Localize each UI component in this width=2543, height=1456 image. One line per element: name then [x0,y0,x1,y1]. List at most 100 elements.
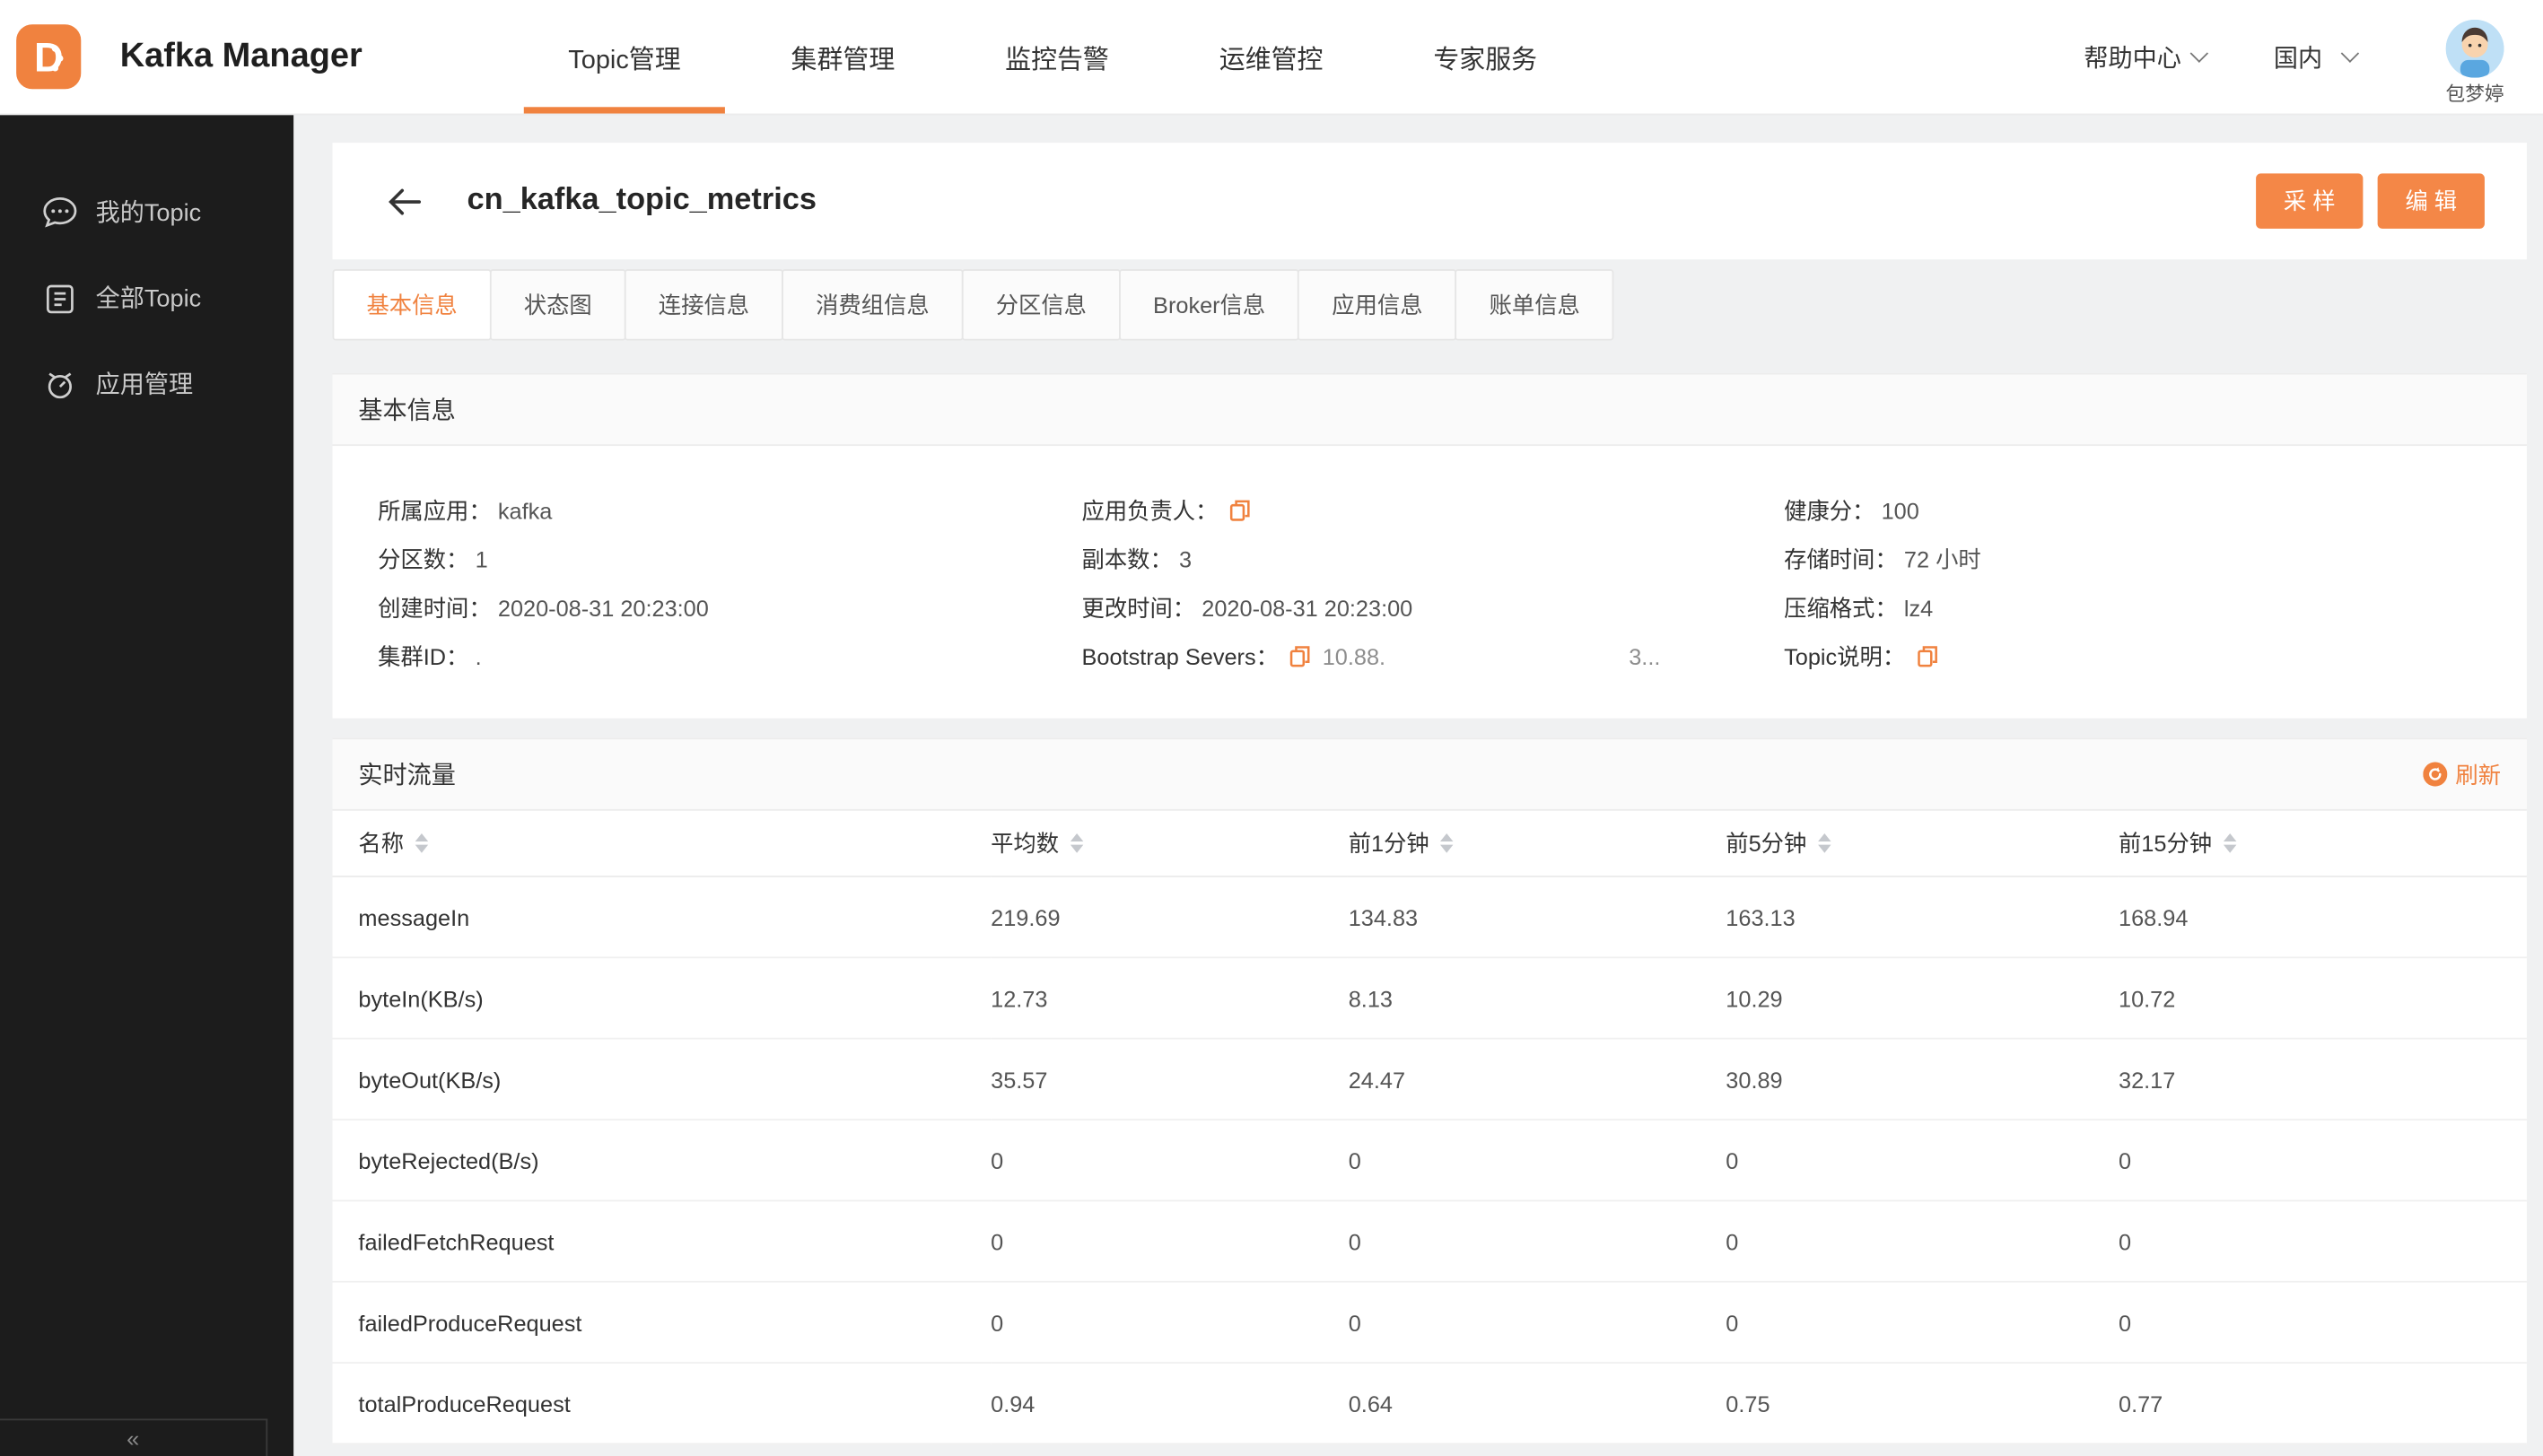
sidebar-collapse-button[interactable]: « [0,1418,268,1456]
field-value: 1 [475,546,488,573]
metric-name-cell: failedProduceRequest [332,1281,992,1364]
tab-label: 分区信息 [995,292,1087,318]
field-label: 副本数： [1081,546,1173,573]
sort-icon [415,833,429,853]
user-menu[interactable]: 包梦婷 [2445,19,2504,108]
metric-name-cell: byteIn(KB/s) [332,957,992,1040]
tab-broker-info[interactable]: Broker信息 [1119,269,1300,341]
field-label: 集群ID： [378,643,469,670]
table-row: failedProduceRequest 0 0 0 0 [332,1281,2527,1364]
tab-label: 状态图 [523,292,592,318]
tab-app-info[interactable]: 应用信息 [1298,269,1457,341]
tab-basic-info[interactable]: 基本信息 [332,269,492,341]
column-header-last-5min[interactable]: 前5分钟 [1726,810,2119,877]
realtime-section-header: 实时流量 刷新 [332,737,2527,811]
column-header-last-1min[interactable]: 前1分钟 [1348,810,1726,877]
field-owner-app: 所属应用： kafka [378,494,1081,527]
back-button[interactable] [388,187,422,215]
copy-icon[interactable] [1917,645,1937,667]
column-header-last-15min[interactable]: 前15分钟 [2119,810,2527,877]
field-label: 存储时间： [1784,546,1898,573]
tab-label: 连接信息 [658,292,750,318]
main-content: cn_kafka_topic_metrics 采 样 编 辑 基本信息 状态图 … [293,114,2543,1456]
help-center-link[interactable]: 帮助中心 [2084,39,2209,74]
topic-title-card: cn_kafka_topic_metrics 采 样 编 辑 [332,143,2527,260]
sidebar-item-all-topic[interactable]: 全部Topic [0,255,293,341]
copy-icon[interactable] [1229,500,1250,522]
sort-icon [2223,833,2237,853]
field-app-owner: 应用负责人： [1082,494,1785,527]
nav-expert-service[interactable]: 专家服务 [1390,0,1581,114]
nav-label: 监控告警 [1005,47,1109,75]
sidebar: 我的Topic 全部Topic 应用管理 « [0,113,294,1456]
field-bootstrap-servers: Bootstrap Severs： 10.88. 3... [1082,641,1785,673]
metric-avg-cell: 0.94 [991,1363,1349,1445]
tab-status-chart[interactable]: 状态图 [489,269,626,341]
tab-billing-info[interactable]: 账单信息 [1455,269,1614,341]
metric-15min-cell: 32.17 [2119,1038,2527,1120]
refresh-button[interactable]: 刷新 [2423,758,2501,790]
field-value: 2020-08-31 20:23:00 [1202,595,1413,622]
metric-1min-cell: 8.13 [1348,957,1726,1040]
tab-label: 基本信息 [366,292,458,318]
tab-connection-info[interactable]: 连接信息 [624,269,783,341]
field-value: . [475,643,482,670]
field-topic-description: Topic说明： [1784,641,2481,673]
metric-1min-cell: 0 [1348,1281,1726,1364]
help-center-label: 帮助中心 [2084,44,2181,73]
header-right: 帮助中心 国内 包梦婷 [2084,6,2504,107]
app-title: Kafka Manager [119,37,363,75]
field-label: 应用负责人： [1081,497,1219,524]
nav-cluster-management[interactable]: 集群管理 [747,0,939,114]
nav-monitor-alert[interactable]: 监控告警 [961,0,1152,114]
sidebar-item-label: 我的Topic [95,199,202,228]
field-label: 压缩格式： [1784,595,1898,622]
nav-topic-management[interactable]: Topic管理 [524,0,726,114]
refresh-icon [2423,762,2448,787]
metric-avg-cell: 219.69 [991,876,1349,959]
metric-5min-cell: 0.75 [1726,1363,2119,1445]
metric-5min-cell: 0 [1726,1200,2119,1283]
column-header-avg[interactable]: 平均数 [991,810,1349,877]
field-label: Topic说明： [1784,643,1906,670]
table-row: failedFetchRequest 0 0 0 0 [332,1200,2527,1283]
nav-label: Topic管理 [568,47,681,75]
sample-button[interactable]: 采 样 [2256,173,2364,229]
edit-button[interactable]: 编 辑 [2377,173,2485,229]
realtime-traffic-card: 实时流量 刷新 名称 平均数 前1分钟 前5分钟 前15分钟 messageIn… [332,737,2527,1445]
field-label: 健康分： [1784,497,1875,524]
field-label: 所属应用： [378,497,492,524]
section-title: 实时流量 [358,762,456,790]
sidebar-item-label: 应用管理 [95,371,194,399]
metric-name-cell: totalProduceRequest [332,1363,992,1445]
region-label: 国内 [2273,44,2323,73]
app-logo-icon[interactable]: D [16,24,82,90]
column-header-name[interactable]: 名称 [332,810,992,877]
metric-1min-cell: 134.83 [1348,876,1726,959]
field-value: 10.88. [1322,643,1386,670]
refresh-label: 刷新 [2455,761,2502,788]
field-value: 3 [1178,546,1193,573]
field-value: kafka [497,497,553,524]
metric-name-cell: byteOut(KB/s) [332,1038,992,1120]
copy-icon[interactable] [1290,645,1311,667]
sidebar-item-app-management[interactable]: 应用管理 [0,341,293,427]
metric-1min-cell: 0 [1348,1200,1726,1283]
field-label: Bootstrap Severs： [1081,643,1279,670]
tab-partition-info[interactable]: 分区信息 [961,269,1121,341]
tab-consumer-group-info[interactable]: 消费组信息 [782,269,964,341]
nav-ops-control[interactable]: 运维管控 [1175,0,1367,114]
metric-1min-cell: 24.47 [1348,1038,1726,1120]
nav-label: 运维管控 [1219,47,1324,75]
column-label: 前5分钟 [1726,830,1807,857]
main-nav: Topic管理 集群管理 监控告警 运维管控 专家服务 [524,0,1604,114]
metric-name-cell: messageIn [332,876,992,959]
metric-15min-cell: 0 [2119,1281,2527,1364]
sidebar-item-my-topic[interactable]: 我的Topic [0,169,293,255]
region-select[interactable]: 国内 [2273,39,2360,74]
top-header: D Kafka Manager Topic管理 集群管理 监控告警 运维管控 专… [0,0,2543,114]
basic-info-grid: 所属应用： kafka 应用负责人： 健康分： 100 分区数： 1 副本数： … [333,446,2527,719]
metric-15min-cell: 0 [2119,1200,2527,1283]
tab-label: 应用信息 [1332,292,1423,318]
detail-tabs: 基本信息 状态图 连接信息 消费组信息 分区信息 Broker信息 应用信息 账… [332,269,2527,341]
